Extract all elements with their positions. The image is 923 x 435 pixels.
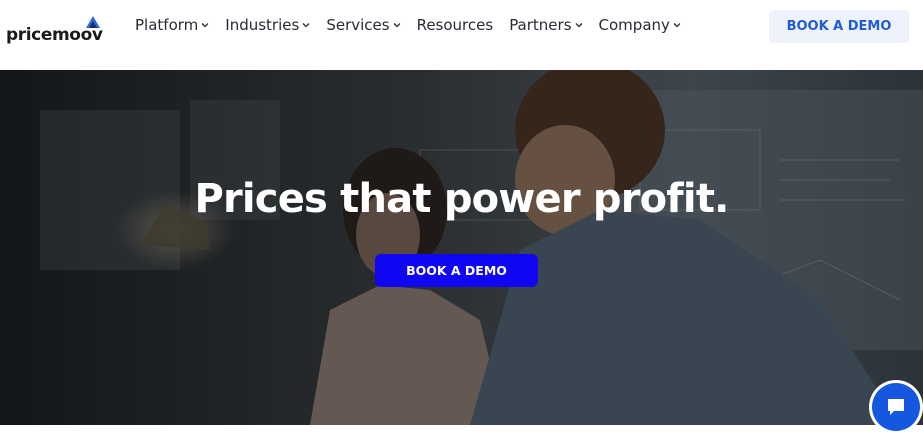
nav-item-label: Company [598,16,670,34]
main-nav: Platform Industries Services Resources P… [135,0,697,50]
triangle-mark-icon [86,16,100,28]
nav-item-label: Resources [416,16,494,34]
hero-background-image [0,70,923,425]
site-header: pricemoov Platform Industries Services R… [0,0,923,70]
chevron-down-icon [575,23,582,28]
nav-item-company[interactable]: Company [599,16,681,34]
page-bottom-strip [0,425,923,435]
nav-item-services[interactable]: Services [326,16,401,34]
hero-title: Prices that power profit. [194,176,729,222]
nav-item-label: Industries [225,16,300,34]
nav-item-partners[interactable]: Partners [509,16,582,34]
chat-launcher-button[interactable] [872,383,920,431]
nav-item-label: Services [326,16,390,34]
nav-item-resources[interactable]: Resources [417,16,494,34]
chevron-down-icon [302,23,310,28]
hero-section: Prices that power profit. BOOK A DEMO [0,70,923,425]
chevron-down-icon [201,23,209,28]
hero-book-demo-button[interactable]: BOOK A DEMO [375,254,538,287]
nav-item-label: Platform [135,16,199,34]
chevron-down-icon [673,23,681,28]
book-demo-button[interactable]: BOOK A DEMO [769,10,909,43]
nav-item-platform[interactable]: Platform [135,16,209,34]
nav-item-label: Partners [509,16,572,34]
chat-bubble-icon [888,399,904,415]
nav-item-industries[interactable]: Industries [225,16,310,34]
chevron-down-icon [393,23,401,28]
logo[interactable]: pricemoov [6,16,103,44]
